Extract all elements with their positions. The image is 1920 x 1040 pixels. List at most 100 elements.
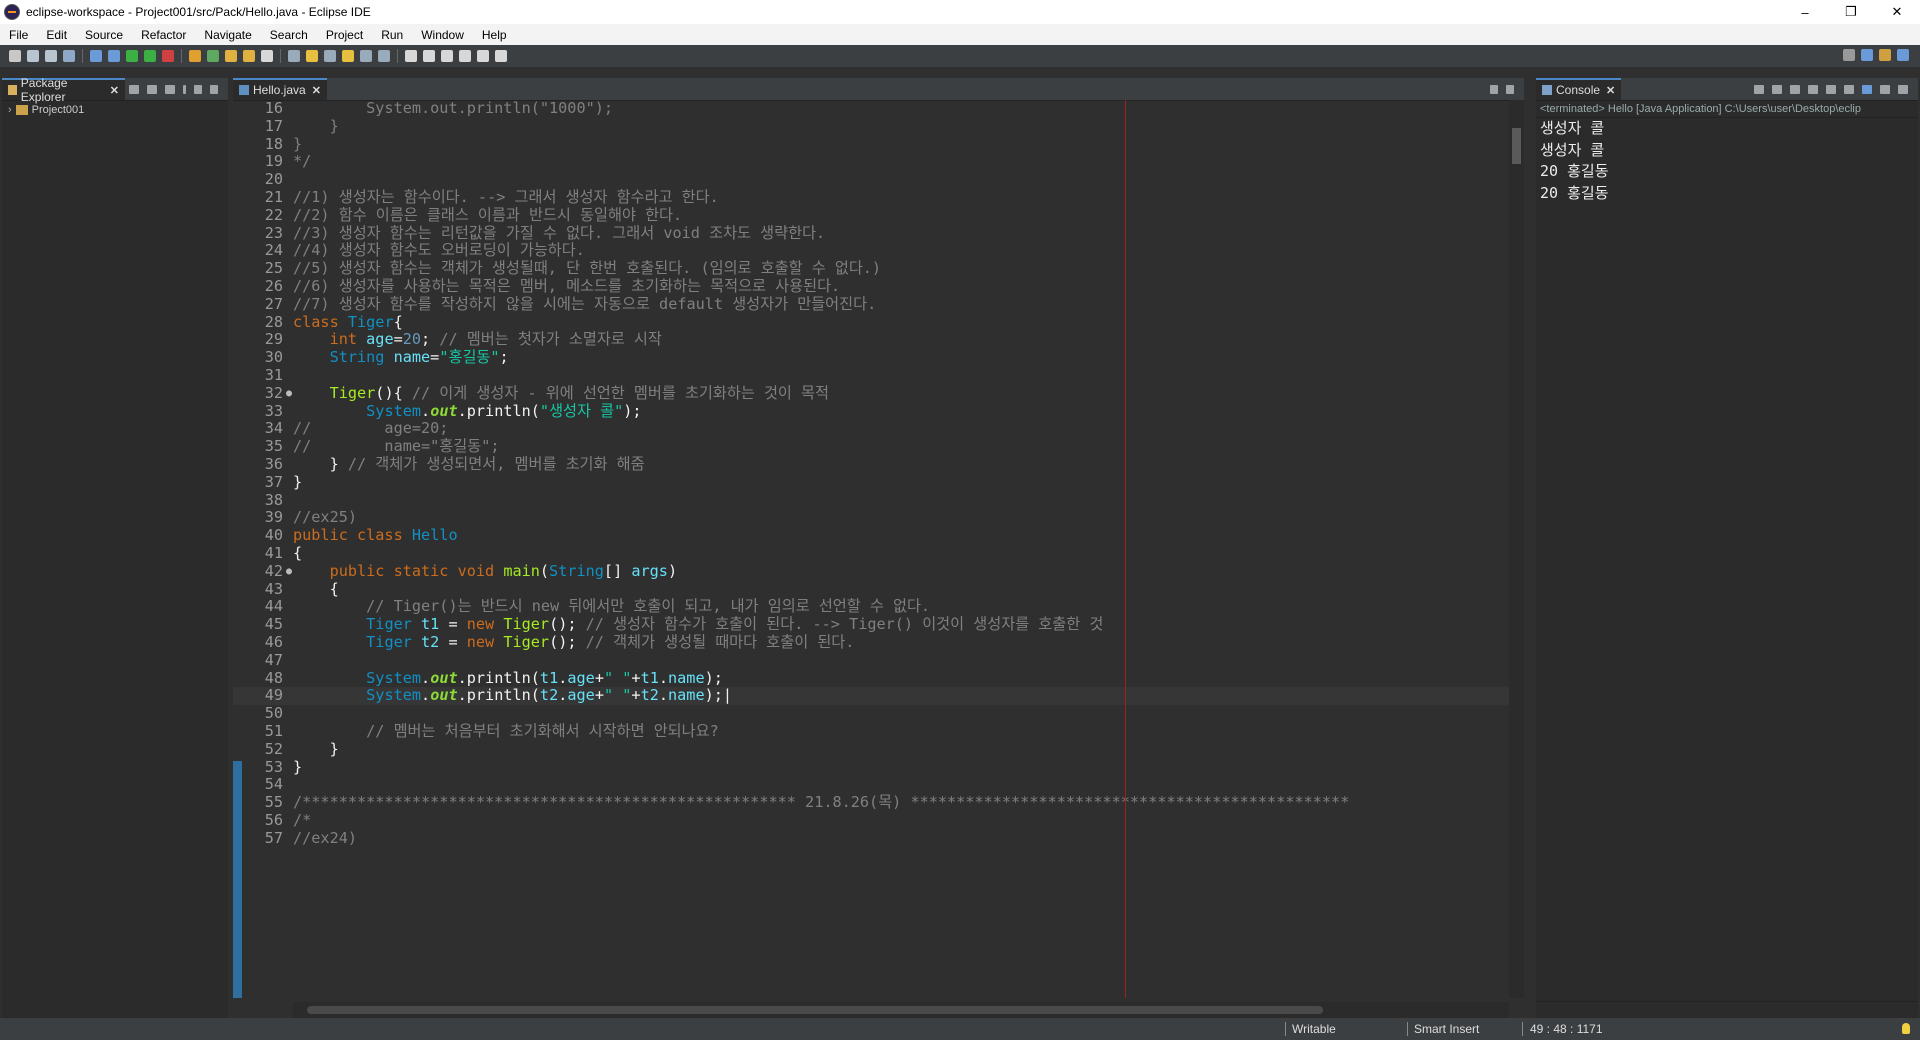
fold-marker-icon[interactable]: ● [286,385,292,403]
maximize-view-icon[interactable] [1506,84,1514,94]
code-line[interactable]: 20 [233,170,1509,189]
code-line[interactable]: 57 //ex24) [233,829,1509,848]
code-line[interactable]: 47 [233,651,1509,670]
search-tool-icon[interactable] [261,50,273,62]
code-line[interactable]: 19 */ [233,152,1509,171]
code-line[interactable]: 39 //ex25) [233,508,1509,527]
collapse-all-icon[interactable] [129,84,139,94]
code-line[interactable]: 37} [233,473,1509,492]
code-line[interactable]: 50 [233,704,1509,723]
tab-package-explorer[interactable]: Package Explorer ✕ [2,76,125,104]
code-line[interactable]: 34 // age=20; [233,419,1509,438]
pin-console-icon[interactable] [1880,84,1890,94]
code-line[interactable]: 49 System.out.println(t2.age+" "+t2.name… [233,686,1509,706]
code-line[interactable]: 21 //1) 생성자는 함수이다. --> 그래서 생성자 함수라고 한다. [233,188,1509,207]
menu-file[interactable]: File [0,28,37,42]
tree-item-project[interactable]: › Project001 [2,101,228,119]
external-tools-icon[interactable] [162,50,174,62]
save-icon[interactable] [27,50,39,62]
code-line[interactable]: 52 } [233,740,1509,759]
code-line[interactable]: 17 } [233,117,1509,136]
terminate-icon[interactable] [1754,84,1764,94]
display-console-icon[interactable] [1898,84,1908,94]
close-tab-icon[interactable]: ✕ [110,84,119,97]
scroll-thumb[interactable] [307,1006,1323,1014]
minimize-view-icon[interactable] [194,84,202,94]
code-line[interactable]: 36 } // 객체가 생성되면서, 멤버를 초기화 해줌 [233,455,1509,474]
code-line[interactable]: 23 //3) 생성자 함수는 리턴값을 가질 수 없다. 그래서 void 조차… [233,224,1509,243]
menu-run[interactable]: Run [372,28,412,42]
open-perspective-icon[interactable] [1861,49,1873,61]
code-line[interactable]: 32 ● Tiger(){ // 이게 생성자 - 위에 선언한 멤버를 초기화하… [233,384,1509,403]
tab-console[interactable]: Console ✕ [1536,78,1622,100]
menu-navigate[interactable]: Navigate [195,28,260,42]
run-icon[interactable] [126,50,138,62]
code-line[interactable]: 46 Tiger t2 = new Tiger(); // 객체가 생성될 때마… [233,633,1509,652]
menu-refactor[interactable]: Refactor [132,28,195,42]
menu-source[interactable]: Source [76,28,132,42]
new-icon[interactable] [9,50,21,62]
code-line[interactable]: 38 [233,491,1509,510]
lightbulb-icon[interactable] [1902,1023,1910,1034]
code-line[interactable]: 40 public class Hello [233,526,1509,545]
code-line[interactable]: 53} [233,758,1509,777]
menu-project[interactable]: Project [317,28,372,42]
maximize-button[interactable]: ❐ [1828,0,1874,24]
word-wrap-icon[interactable] [1844,84,1854,94]
forward-arrow-icon[interactable] [459,50,471,62]
code-line[interactable]: 33 System.out.println("생성자 콜"); [233,402,1509,421]
code-line[interactable]: 16 System.out.println("1000"); [233,100,1509,118]
code-line[interactable]: 30 String name="홍길동"; [233,348,1509,367]
expand-chevron-icon[interactable]: › [8,104,12,116]
search-icon[interactable] [1843,49,1855,61]
next-annotation-icon[interactable] [405,50,417,62]
close-tab-icon[interactable]: ✕ [312,84,321,97]
new-java-package-icon[interactable] [189,50,201,62]
remove-launch-icon[interactable] [1772,84,1782,94]
view-menu-icon[interactable] [183,84,186,94]
tab-hello-java[interactable]: Hello.java ✕ [233,78,327,100]
word-wrap-icon[interactable] [342,50,354,62]
editor-horizontal-scrollbar[interactable] [293,1002,1509,1018]
menu-window[interactable]: Window [412,28,473,42]
code-line[interactable]: 18} [233,135,1509,154]
code-line[interactable]: 24 //4) 생성자 함수도 오버로딩이 가능하다. [233,241,1509,260]
debug-perspective-icon[interactable] [1897,49,1909,61]
show-on-output-icon[interactable] [1862,84,1872,94]
new-java-class-icon[interactable] [207,50,219,62]
scroll-thumb[interactable] [1512,128,1521,164]
pin-editor-icon[interactable] [495,50,507,62]
scroll-lock-icon[interactable] [1826,84,1836,94]
previous-annotation-icon[interactable] [423,50,435,62]
java-perspective-icon[interactable] [1879,49,1891,61]
code-editor[interactable]: 16 System.out.println("1000"); 17 } 18} 19 *… [233,100,1509,998]
code-line[interactable]: 35 // name="홍길동"; [233,437,1509,456]
code-line[interactable]: 56 /* [233,811,1509,830]
remove-all-launches-icon[interactable] [1790,84,1800,94]
code-line[interactable]: 27 //7) 생성자 함수를 작성하지 않을 시에는 자동으로 default … [233,295,1509,314]
menu-edit[interactable]: Edit [37,28,76,42]
code-line[interactable]: 45 Tiger t1 = new Tiger(); // 생성자 함수가 호출… [233,615,1509,634]
code-line[interactable]: 54 [233,776,1509,794]
console-horizontal-scrollbar[interactable] [1536,1001,1918,1018]
last-edit-icon[interactable] [477,50,489,62]
highlight-icon[interactable] [306,50,318,62]
code-line[interactable]: 25 //5) 생성자 함수는 객체가 생성될때, 단 한번 호출된다. (임의로… [233,259,1509,278]
coverage-icon[interactable] [144,50,156,62]
block-selection-icon[interactable] [324,50,336,62]
debug-icon[interactable] [108,50,120,62]
focus-icon[interactable] [165,84,175,94]
back-arrow-icon[interactable] [441,50,453,62]
code-line[interactable]: 22 //2) 함수 이름은 클래스 이름과 반드시 동일해야 한다. [233,206,1509,225]
editor-vertical-scrollbar[interactable] [1509,100,1524,998]
open-type-icon[interactable] [225,50,237,62]
insert-mode-status[interactable]: Smart Insert [1414,1022,1479,1036]
clear-console-icon[interactable] [1808,84,1818,94]
terminal-icon[interactable] [63,50,75,62]
console-output[interactable]: 생성자 콜 생성자 콜 20 홍길동 20 홍길동 [1536,118,1918,204]
paragraph-icon[interactable] [378,50,390,62]
menu-search[interactable]: Search [261,28,317,42]
link-with-editor-icon[interactable] [147,84,157,94]
code-line[interactable]: 28 class Tiger{ [233,313,1509,332]
skip-breakpoints-icon[interactable] [90,50,102,62]
